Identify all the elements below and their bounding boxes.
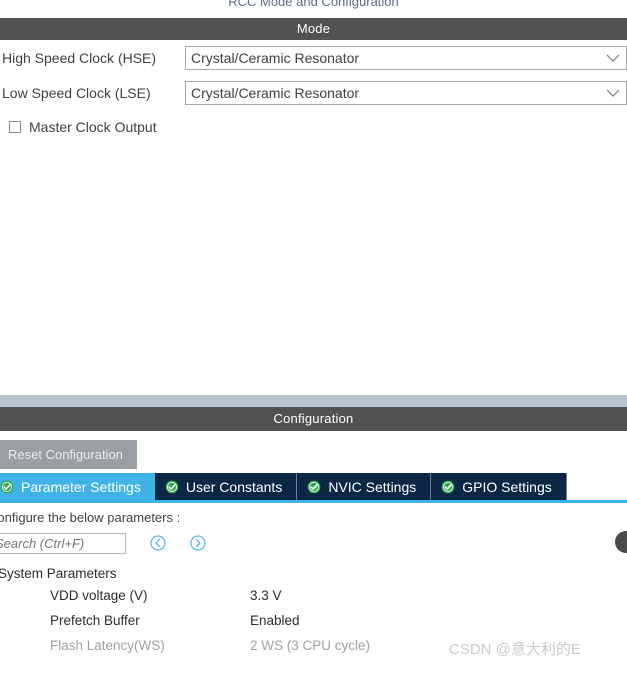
- chevron-down-icon[interactable]: [600, 53, 626, 63]
- reset-toolbar: Reset Configuration: [0, 431, 627, 473]
- hse-clock-row: High Speed Clock (HSE) Crystal/Ceramic R…: [0, 40, 627, 75]
- tab-parameter-settings[interactable]: Parameter Settings: [0, 473, 155, 500]
- configure-parameters-note: Configure the below parameters :: [0, 510, 181, 525]
- hse-clock-value: Crystal/Ceramic Resonator: [191, 49, 360, 66]
- master-clock-output-label: Master Clock Output: [29, 119, 157, 135]
- parameter-name: VDD voltage (V): [50, 588, 148, 603]
- tab-nvic-settings[interactable]: NVIC Settings: [297, 473, 432, 500]
- master-clock-output-row[interactable]: Master Clock Output: [0, 114, 627, 140]
- hse-clock-select[interactable]: Crystal/Ceramic Resonator: [185, 45, 627, 70]
- lse-clock-row: Low Speed Clock (LSE) Crystal/Ceramic Re…: [0, 75, 627, 110]
- collapse-toggle-icon[interactable]: [615, 531, 627, 553]
- check-circle-icon: [165, 480, 179, 494]
- parameter-name: Prefetch Buffer: [50, 613, 140, 628]
- mode-panel-body: High Speed Clock (HSE) Crystal/Ceramic R…: [0, 40, 627, 140]
- check-circle-icon: [0, 480, 14, 494]
- panel-separator: [0, 395, 627, 407]
- mode-panel: Mode High Speed Clock (HSE) Crystal/Cera…: [0, 18, 627, 140]
- check-circle-icon: [441, 480, 455, 494]
- table-row[interactable]: Prefetch Buffer Enabled: [0, 608, 627, 633]
- lse-clock-select[interactable]: Crystal/Ceramic Resonator: [185, 80, 627, 105]
- parameter-list: System Parameters VDD voltage (V) 3.3 V …: [0, 564, 627, 658]
- configuration-body: Reset Configuration Parameter Settings U…: [0, 431, 627, 658]
- check-circle-icon: [307, 480, 321, 494]
- lse-clock-value: Crystal/Ceramic Resonator: [191, 84, 360, 101]
- table-row[interactable]: Flash Latency(WS) 2 WS (3 CPU cycle): [0, 633, 627, 658]
- tab-user-constants[interactable]: User Constants: [154, 473, 298, 500]
- configuration-panel-header: Configuration: [0, 407, 627, 431]
- configuration-tabs: Parameter Settings User Constants NVIC S…: [0, 473, 627, 503]
- mode-panel-header: Mode: [0, 18, 627, 40]
- parameter-value: 2 WS (3 CPU cycle): [250, 638, 371, 653]
- tab-label: User Constants: [185, 478, 283, 495]
- reset-configuration-button[interactable]: Reset Configuration: [0, 440, 137, 469]
- page-title: RCC Mode and Configuration: [228, 0, 399, 9]
- hse-clock-label: High Speed Clock (HSE): [2, 49, 157, 66]
- search-toolbar: [0, 530, 627, 556]
- parameter-name: Flash Latency(WS): [50, 638, 165, 653]
- tab-gpio-settings[interactable]: GPIO Settings: [431, 473, 567, 500]
- chevron-left-circle-icon[interactable]: [150, 535, 166, 551]
- parameter-group-header: System Parameters: [0, 566, 117, 581]
- tab-label: GPIO Settings: [462, 478, 552, 495]
- table-row[interactable]: VDD voltage (V) 3.3 V: [0, 583, 627, 608]
- chevron-right-circle-icon[interactable]: [190, 535, 206, 551]
- parameter-value: Enabled: [250, 613, 300, 628]
- tab-label: Parameter Settings: [21, 478, 141, 495]
- master-clock-output-checkbox[interactable]: [9, 121, 21, 133]
- parameter-value: 3.3 V: [250, 588, 282, 603]
- tab-label: NVIC Settings: [328, 478, 417, 495]
- lse-clock-label: Low Speed Clock (LSE): [2, 84, 151, 101]
- search-input[interactable]: [0, 532, 126, 554]
- chevron-down-icon[interactable]: [600, 88, 626, 98]
- configuration-panel: Configuration Reset Configuration Parame…: [0, 407, 627, 658]
